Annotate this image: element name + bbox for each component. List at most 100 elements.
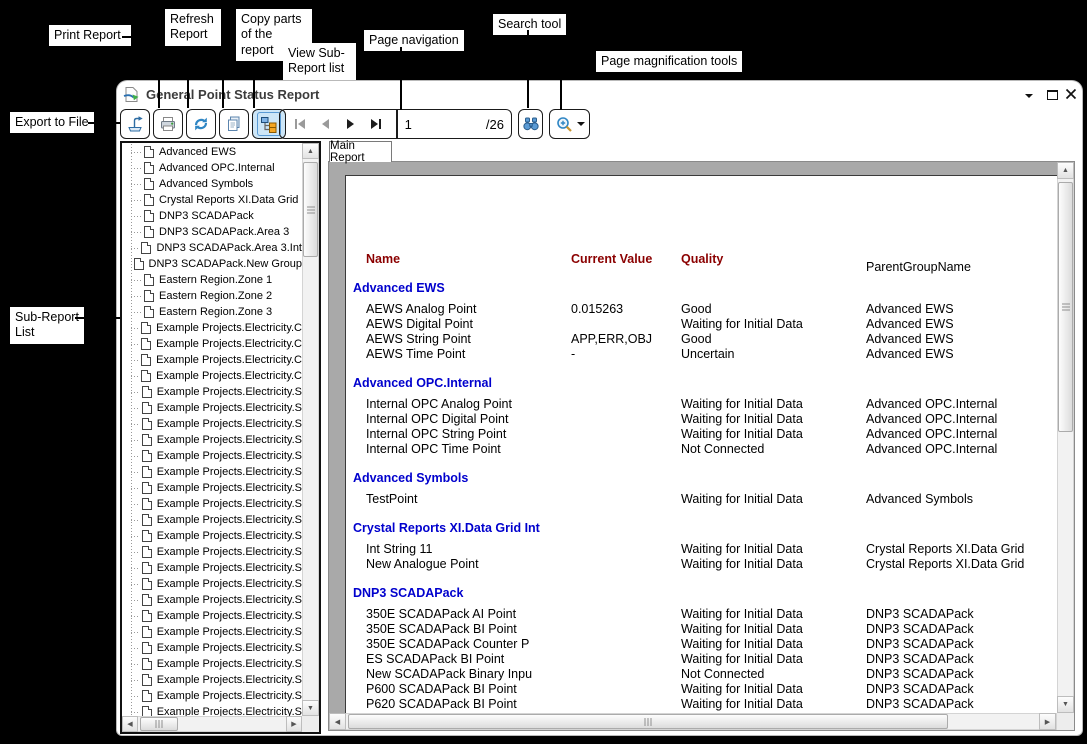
scroll-up-arrow[interactable]: ▲	[1057, 162, 1074, 179]
tree-item[interactable]: Example Projects.Electricity.S	[122, 544, 302, 560]
report-cell-value: -	[571, 347, 681, 362]
last-page-button[interactable]	[371, 119, 381, 129]
first-page-button[interactable]	[295, 119, 305, 129]
print-icon	[158, 114, 178, 134]
tree-item[interactable]: Example Projects.Electricity.S	[122, 496, 302, 512]
report-group-header: DNP3 SCADAPack	[353, 585, 1057, 601]
tree-item[interactable]: Example Projects.Electricity.C	[122, 336, 302, 352]
export-icon	[125, 114, 145, 134]
copy-icon	[224, 114, 244, 134]
tree-item[interactable]: Example Projects.Electricity.S	[122, 576, 302, 592]
scroll-left-arrow[interactable]: ◀	[122, 716, 138, 732]
document-icon	[141, 370, 151, 382]
export-button[interactable]	[120, 109, 150, 139]
tree-item[interactable]: Example Projects.Electricity.S	[122, 528, 302, 544]
scrollbar-thumb[interactable]	[1058, 182, 1073, 432]
page-navigation-group: 1 /26	[279, 109, 512, 139]
close-icon[interactable]	[1065, 88, 1077, 100]
report-cell-value	[571, 397, 681, 412]
maximize-icon[interactable]	[1047, 90, 1058, 100]
tree-item[interactable]: Example Projects.Electricity.S	[122, 608, 302, 624]
document-icon	[142, 450, 152, 462]
report-cell-value: 0.015263	[571, 302, 681, 317]
tree-item[interactable]: Example Projects.Electricity.S	[122, 464, 302, 480]
scrollbar-thumb[interactable]	[303, 162, 318, 257]
tab-main-report[interactable]: Main Report	[329, 141, 392, 162]
tree-item[interactable]: Example Projects.Electricity.S	[122, 512, 302, 528]
document-icon	[142, 530, 152, 542]
tree-item[interactable]: Example Projects.Electricity.S	[122, 384, 302, 400]
tree-item[interactable]: DNP3 SCADAPack	[122, 208, 302, 224]
tree-item[interactable]: Example Projects.Electricity.S	[122, 704, 302, 716]
tree-item-label: Eastern Region.Zone 3	[159, 306, 272, 318]
document-icon	[141, 322, 151, 334]
tree-item[interactable]: Example Projects.Electricity.S	[122, 656, 302, 672]
report-cell-value	[571, 607, 681, 622]
tree-item-label: Example Projects.Electricity.S	[157, 642, 302, 654]
tree-item[interactable]: Example Projects.Electricity.S	[122, 688, 302, 704]
report-cell-quality: Waiting for Initial Data	[681, 607, 866, 622]
tree-item-label: Example Projects.Electricity.S	[157, 386, 302, 398]
tree-item[interactable]: Example Projects.Electricity.S	[122, 416, 302, 432]
tree-item[interactable]: Advanced OPC.Internal	[122, 160, 302, 176]
previous-page-button[interactable]	[322, 119, 329, 129]
page-number-input[interactable]: 1	[398, 117, 486, 132]
tree-branch	[131, 360, 139, 361]
scroll-right-arrow[interactable]: ▶	[1039, 713, 1056, 730]
title-bar[interactable]: General Point Status Report	[117, 81, 1082, 107]
tree-item[interactable]: Example Projects.Electricity.C	[122, 352, 302, 368]
tree-item[interactable]: DNP3 SCADAPack.Area 3.Int	[122, 240, 302, 256]
scrollbar-thumb[interactable]	[140, 717, 178, 731]
tree-item[interactable]: Example Projects.Electricity.S	[122, 672, 302, 688]
callout-view-subreport-list: View Sub-Report list	[283, 43, 356, 80]
tree-item[interactable]: Example Projects.Electricity.S	[122, 432, 302, 448]
tree-item[interactable]: Eastern Region.Zone 3	[122, 304, 302, 320]
tree-item[interactable]: Example Projects.Electricity.C	[122, 320, 302, 336]
tree-item[interactable]: Example Projects.Electricity.S	[122, 448, 302, 464]
tree-branch	[131, 440, 140, 441]
scroll-right-arrow[interactable]: ▶	[286, 716, 302, 732]
tree-item-label: Example Projects.Electricity.S	[157, 434, 302, 446]
refresh-button[interactable]	[186, 109, 216, 139]
document-icon	[144, 306, 154, 318]
scroll-left-arrow[interactable]: ◀	[329, 713, 346, 730]
tree-item[interactable]: DNP3 SCADAPack.Area 3	[122, 224, 302, 240]
tree-item[interactable]: Example Projects.Electricity.S	[122, 592, 302, 608]
tree-item[interactable]: Example Projects.Electricity.S	[122, 400, 302, 416]
pin-caret-icon[interactable]	[1025, 94, 1033, 98]
document-icon	[142, 578, 152, 590]
report-cell-value	[571, 492, 681, 507]
tree-branch	[131, 424, 140, 425]
report-cell-name: Internal OPC Time Point	[366, 442, 571, 457]
report-group-header: Advanced OPC.Internal	[353, 375, 1057, 391]
scrollbar-thumb[interactable]	[348, 714, 948, 729]
search-button[interactable]	[518, 109, 543, 139]
tree-item[interactable]: Advanced Symbols	[122, 176, 302, 192]
zoom-button[interactable]	[549, 109, 590, 139]
tree-item-label: Example Projects.Electricity.C	[156, 354, 302, 366]
tree-branch	[131, 680, 140, 681]
tree-item[interactable]: Example Projects.Electricity.S	[122, 560, 302, 576]
tree-item-label: Example Projects.Electricity.S	[157, 626, 302, 638]
scroll-up-arrow[interactable]: ▲	[302, 143, 319, 159]
tree-item[interactable]: Eastern Region.Zone 2	[122, 288, 302, 304]
tree-item[interactable]: Eastern Region.Zone 1	[122, 272, 302, 288]
print-button[interactable]	[153, 109, 183, 139]
tree-branch	[131, 264, 132, 265]
tree-item[interactable]: Crystal Reports XI.Data Grid	[122, 192, 302, 208]
scroll-down-arrow[interactable]: ▼	[1057, 696, 1074, 713]
dropdown-caret-icon[interactable]	[577, 122, 585, 126]
report-row: TestPointWaiting for Initial DataAdvance…	[366, 492, 1057, 507]
tree-item[interactable]: Example Projects.Electricity.C	[122, 368, 302, 384]
next-page-button[interactable]	[347, 119, 354, 129]
tree-item[interactable]: DNP3 SCADAPack.New Group	[122, 256, 302, 272]
tree-item-label: Example Projects.Electricity.S	[157, 578, 302, 590]
tree-item[interactable]: Advanced EWS	[122, 144, 302, 160]
report-cell-name: Internal OPC Digital Point	[366, 412, 571, 427]
scroll-down-arrow[interactable]: ▼	[302, 700, 319, 716]
report-cell-value	[571, 667, 681, 682]
tree-item[interactable]: Example Projects.Electricity.S	[122, 480, 302, 496]
tree-item[interactable]: Example Projects.Electricity.S	[122, 624, 302, 640]
copy-button[interactable]	[219, 109, 249, 139]
tree-item[interactable]: Example Projects.Electricity.S	[122, 640, 302, 656]
